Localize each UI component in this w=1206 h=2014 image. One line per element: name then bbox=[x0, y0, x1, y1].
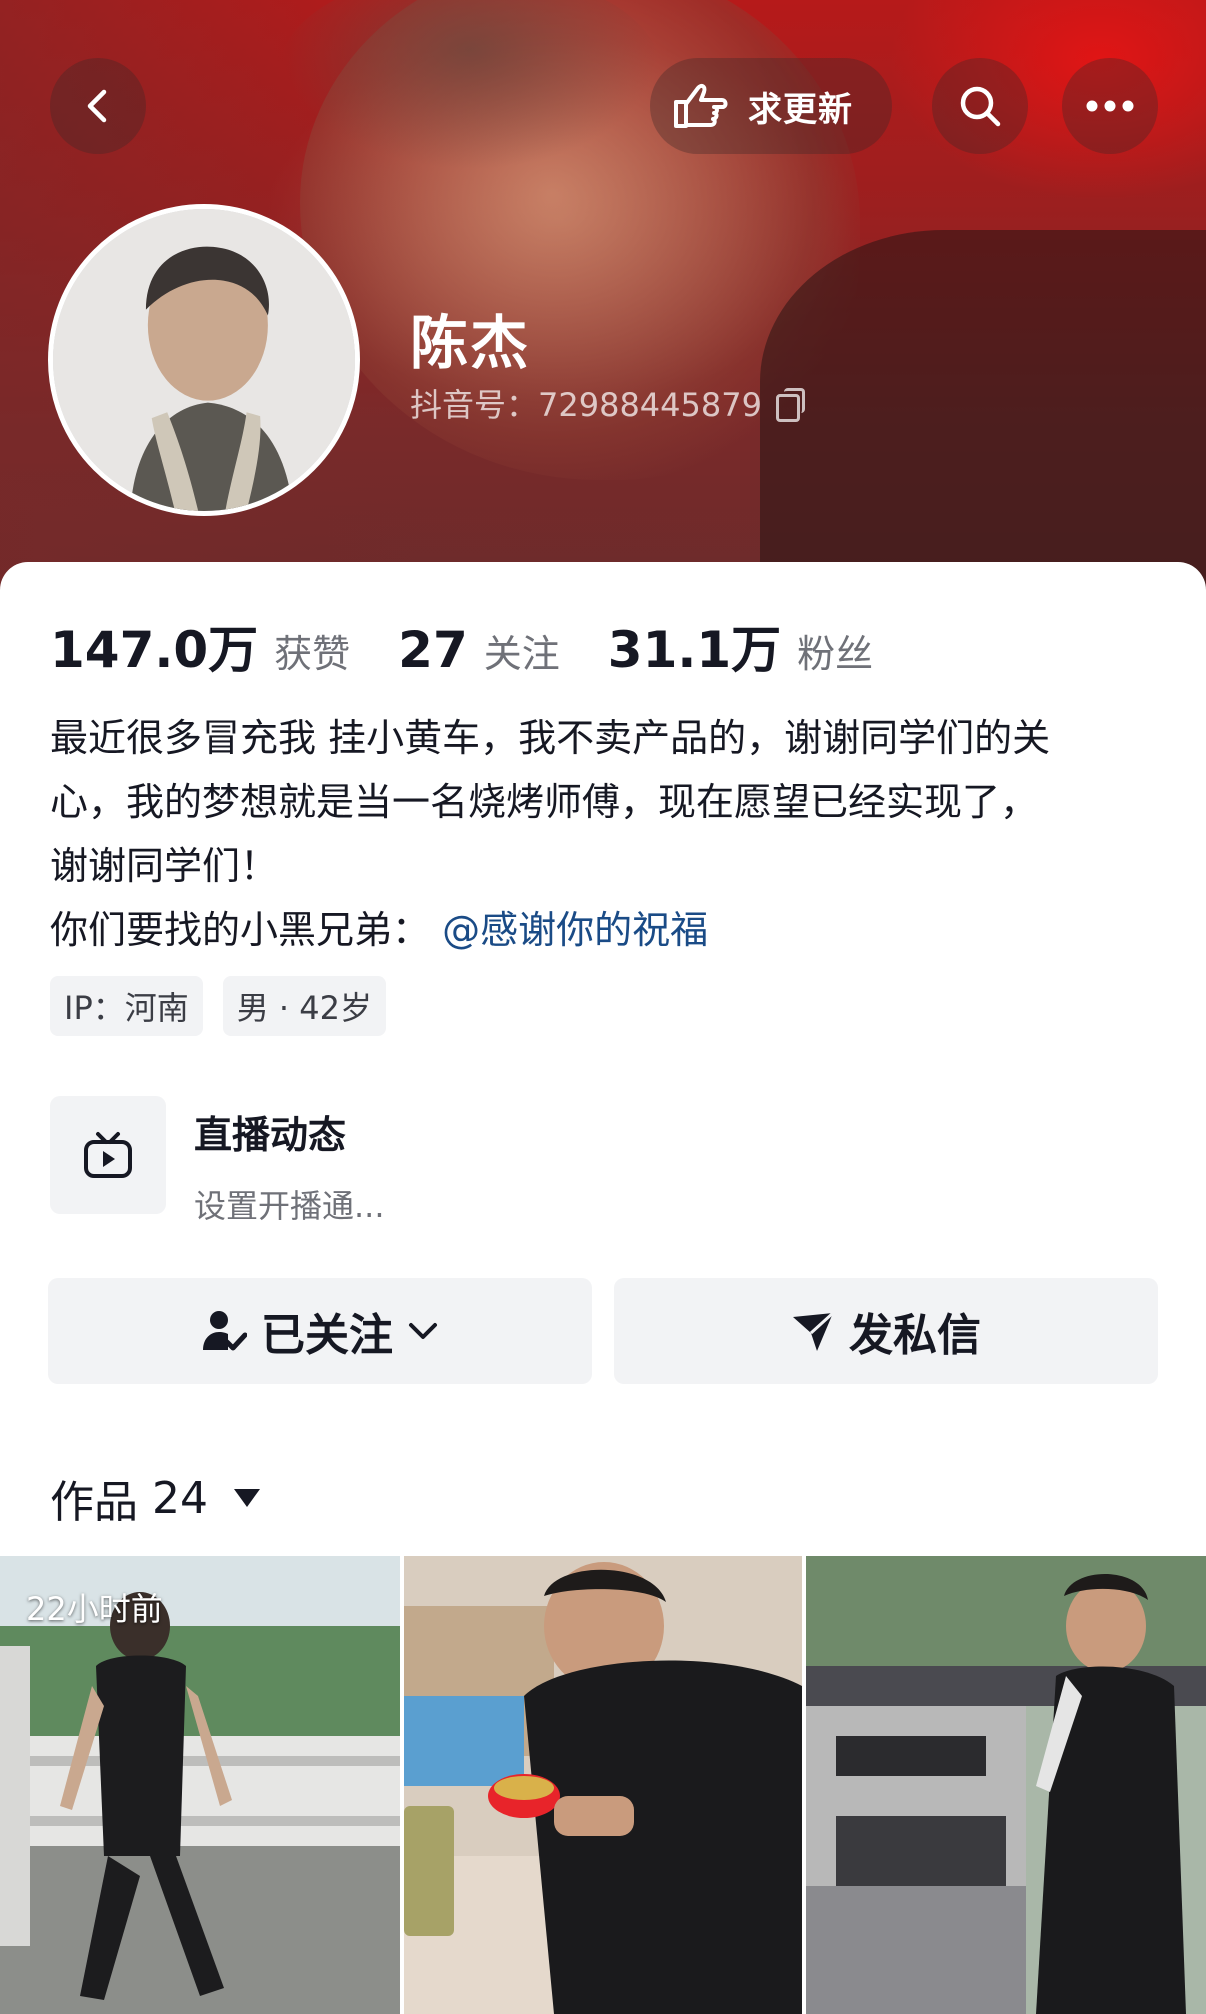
video-thumbnail[interactable]: 22小时前 bbox=[0, 1556, 400, 2014]
back-button[interactable] bbox=[50, 58, 146, 154]
copy-icon[interactable] bbox=[775, 388, 805, 422]
douyin-id[interactable]: 抖音号：72988445879 bbox=[410, 380, 805, 426]
followed-button[interactable]: 已关注 bbox=[48, 1278, 592, 1384]
ip-tag: IP：河南 bbox=[50, 976, 203, 1036]
stat-likes-value: 147.0万 bbox=[50, 621, 259, 679]
video-thumbnail[interactable] bbox=[806, 1556, 1206, 2014]
search-button[interactable] bbox=[932, 58, 1028, 154]
bio-line-3: 谢谢同学们！ bbox=[50, 844, 279, 888]
triangle-down-icon bbox=[234, 1489, 260, 1507]
bio-mention-link[interactable]: @感谢你的祝福 bbox=[442, 908, 708, 952]
search-icon bbox=[960, 86, 1001, 127]
works-label: 作品 bbox=[50, 1477, 138, 1528]
profile-name: 陈杰 bbox=[410, 309, 531, 377]
followed-label: 已关注 bbox=[261, 1310, 393, 1361]
stats-row: 147.0万 获赞 27 关注 31.1万 粉丝 bbox=[50, 610, 921, 682]
bio-line-4: 你们要找的小黑兄弟： @感谢你的祝福 bbox=[50, 898, 1160, 962]
stat-likes[interactable]: 147.0万 获赞 bbox=[50, 610, 350, 682]
avatar-image bbox=[53, 209, 355, 511]
video-thumbnail[interactable] bbox=[404, 1556, 802, 2014]
send-message-button[interactable]: 发私信 bbox=[614, 1278, 1158, 1384]
stat-likes-label: 获赞 bbox=[274, 632, 351, 676]
stat-following-value: 27 bbox=[398, 621, 468, 679]
video-thumbnail-image bbox=[806, 1556, 1206, 2014]
tv-icon bbox=[84, 1132, 132, 1178]
bio-line-1: 最近很多冒充我 挂小黄车，我不卖产品的，谢谢同学们的关 bbox=[50, 716, 1051, 760]
live-icon-box bbox=[50, 1096, 166, 1214]
gender-age-tag: 男 · 42岁 bbox=[222, 976, 386, 1036]
video-time-badge: 22小时前 bbox=[26, 1590, 163, 1628]
avatar[interactable] bbox=[48, 204, 360, 516]
stat-followers-label: 粉丝 bbox=[797, 632, 874, 676]
video-thumbnail-image bbox=[404, 1556, 802, 2014]
chevron-left-icon bbox=[87, 89, 107, 123]
request-update-label: 求更新 bbox=[748, 89, 853, 130]
douyin-id-text: 抖音号：72988445879 bbox=[410, 386, 762, 424]
stat-following[interactable]: 27 关注 bbox=[398, 621, 560, 679]
live-subtitle: 设置开播通... bbox=[194, 1187, 385, 1225]
stat-followers-value: 31.1万 bbox=[607, 621, 782, 679]
chevron-down-icon bbox=[409, 1323, 437, 1339]
profile-bio: 最近很多冒充我 挂小黄车，我不卖产品的，谢谢同学们的关 心，我的梦想就是当一名烧… bbox=[50, 706, 1160, 962]
live-title: 直播动态 bbox=[194, 1113, 347, 1157]
profile-tags: IP：河南 男 · 42岁 bbox=[50, 976, 386, 1036]
works-count: 24 bbox=[152, 1472, 208, 1524]
works-tab[interactable]: 作品 24 bbox=[50, 1466, 260, 1530]
hand-point-icon bbox=[674, 83, 728, 128]
send-icon bbox=[793, 1311, 835, 1351]
live-card[interactable]: 直播动态 设置开播通... bbox=[50, 1096, 385, 1227]
bio-line-2: 心，我的梦想就是当一名烧烤师傅，现在愿望已经实现了， bbox=[50, 780, 1039, 824]
more-button[interactable] bbox=[1062, 58, 1158, 154]
bio-line-4-prefix: 你们要找的小黑兄弟： bbox=[50, 908, 431, 952]
stat-followers[interactable]: 31.1万 粉丝 bbox=[608, 610, 873, 682]
stat-following-label: 关注 bbox=[483, 632, 560, 676]
user-check-icon bbox=[203, 1311, 247, 1351]
more-dots-icon bbox=[1086, 100, 1134, 112]
send-message-label: 发私信 bbox=[849, 1310, 981, 1361]
request-update-button[interactable]: 求更新 bbox=[650, 58, 892, 154]
